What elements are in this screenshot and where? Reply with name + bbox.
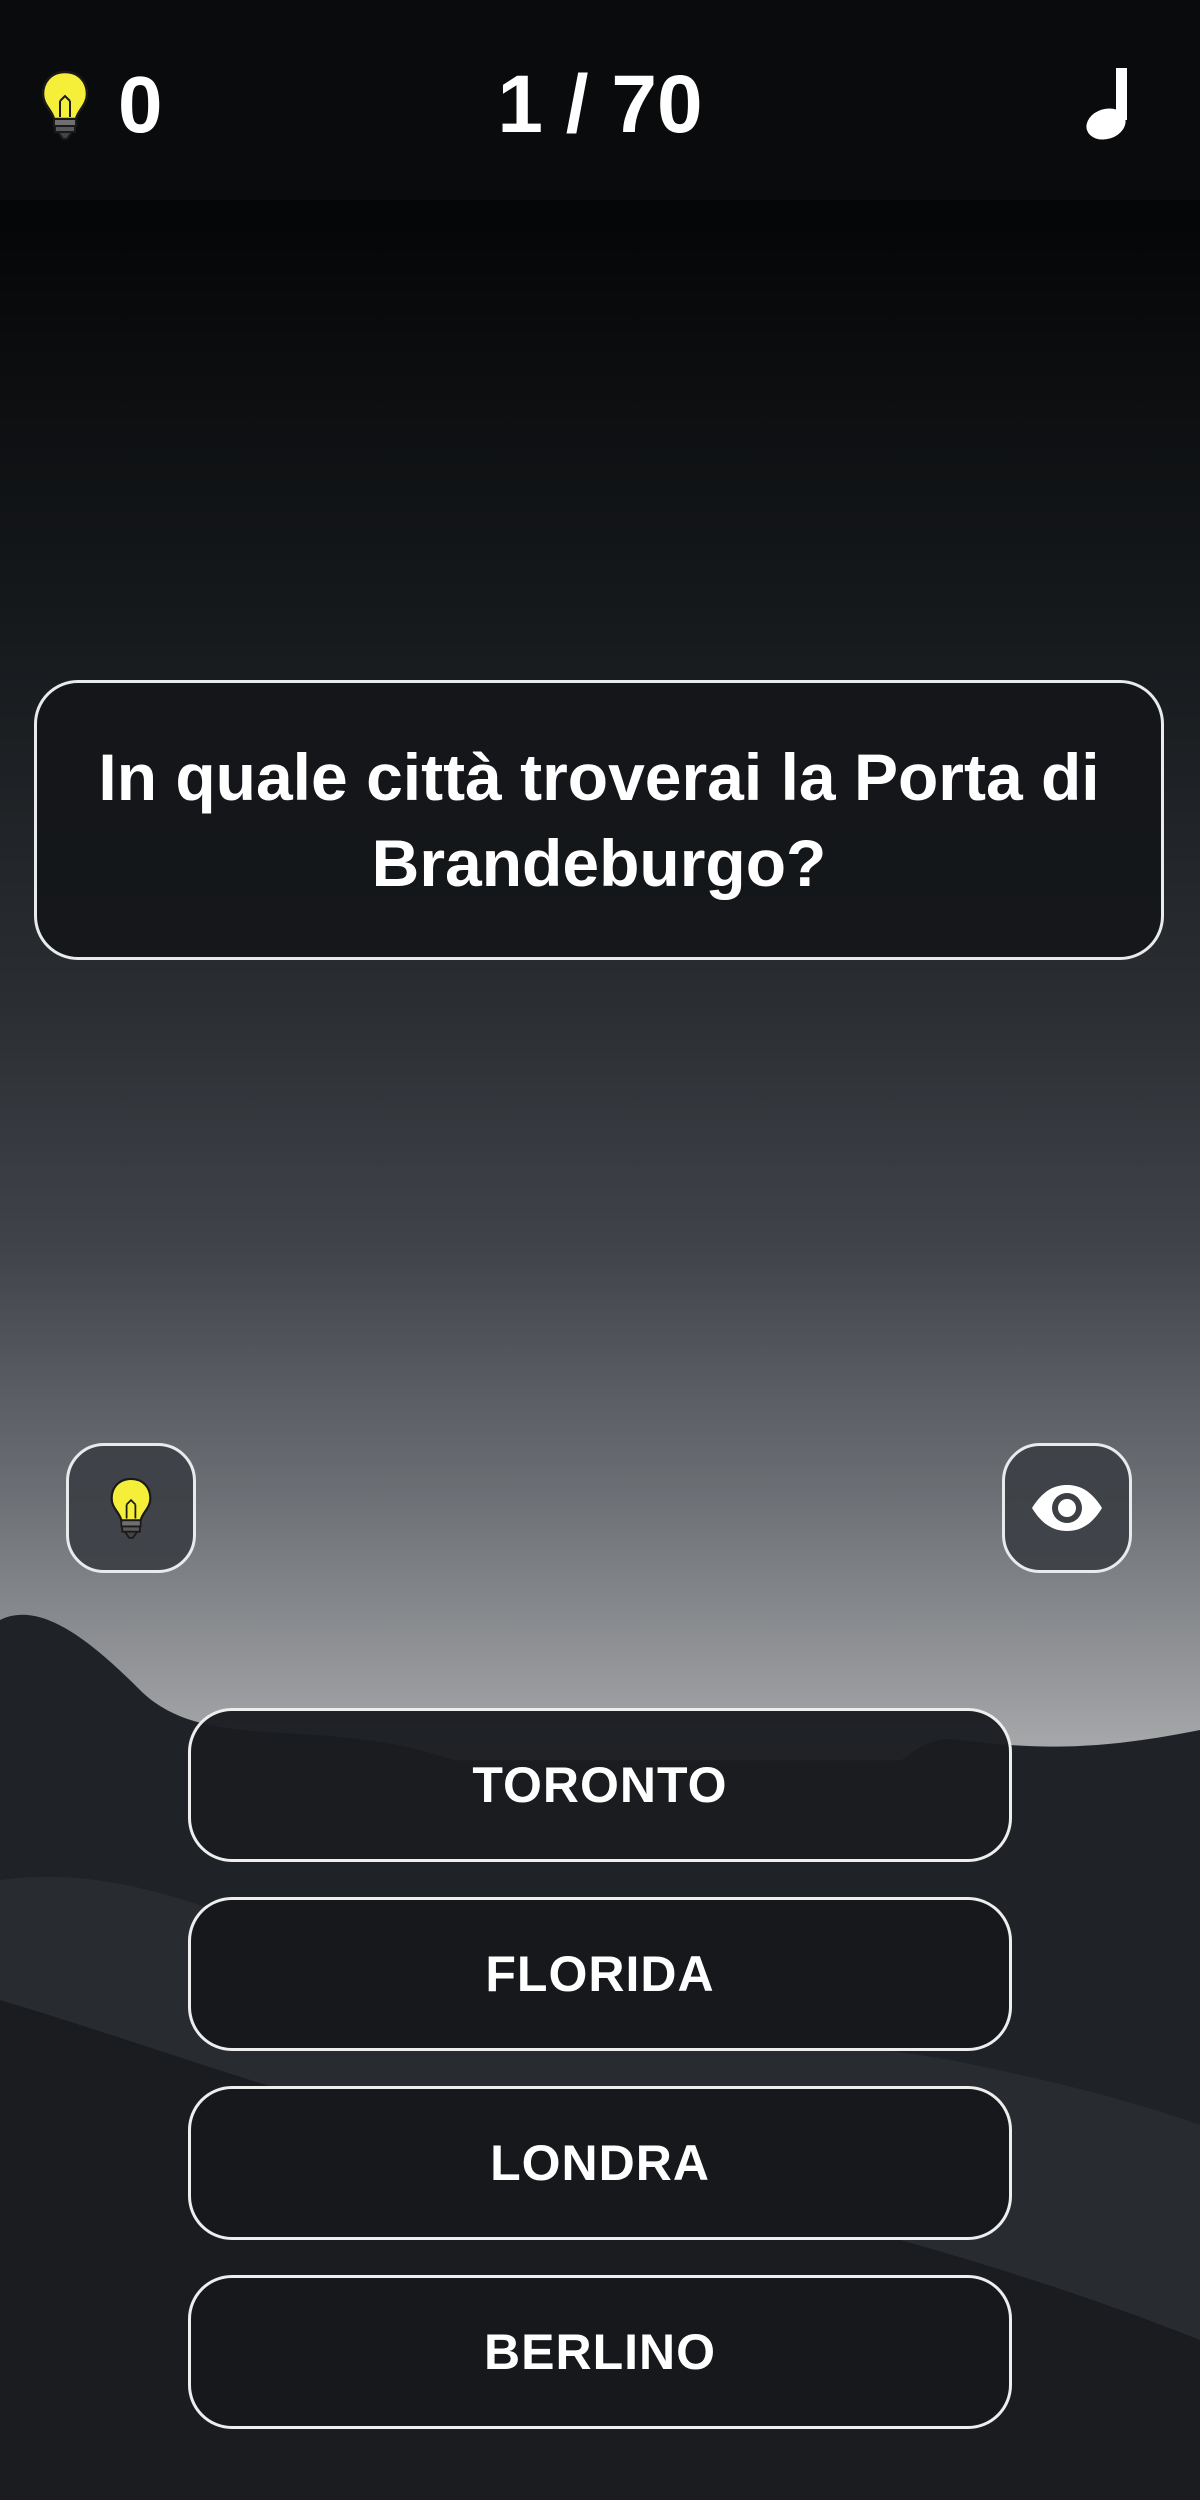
question-text: In quale città troverai la Porta di Bran…: [98, 740, 1100, 900]
top-bar: 0 1 / 70: [0, 0, 1200, 200]
answer-option[interactable]: BERLINO: [188, 2275, 1012, 2429]
answer-option[interactable]: LONDRA: [188, 2086, 1012, 2240]
reveal-answer-button[interactable]: [1002, 1443, 1132, 1573]
answer-option[interactable]: TORONTO: [188, 1708, 1012, 1862]
game-screen: 0 1 / 70 In quale città troverai la Port…: [0, 0, 1200, 2500]
question-progress: 1 / 70: [497, 59, 703, 150]
eye-icon: [1032, 1485, 1102, 1531]
music-note-icon[interactable]: [1080, 62, 1140, 142]
hint-button[interactable]: [66, 1443, 196, 1573]
hint-count: 0: [118, 60, 163, 149]
lightbulb-icon: [110, 1477, 152, 1539]
answer-option[interactable]: FLORIDA: [188, 1897, 1012, 2051]
answer-list: TORONTO FLORIDA LONDRA BERLINO: [188, 1708, 1012, 2464]
lightbulb-icon: [41, 70, 89, 140]
question-card: In quale città troverai la Porta di Bran…: [34, 680, 1164, 960]
hint-counter: 0: [40, 55, 163, 155]
